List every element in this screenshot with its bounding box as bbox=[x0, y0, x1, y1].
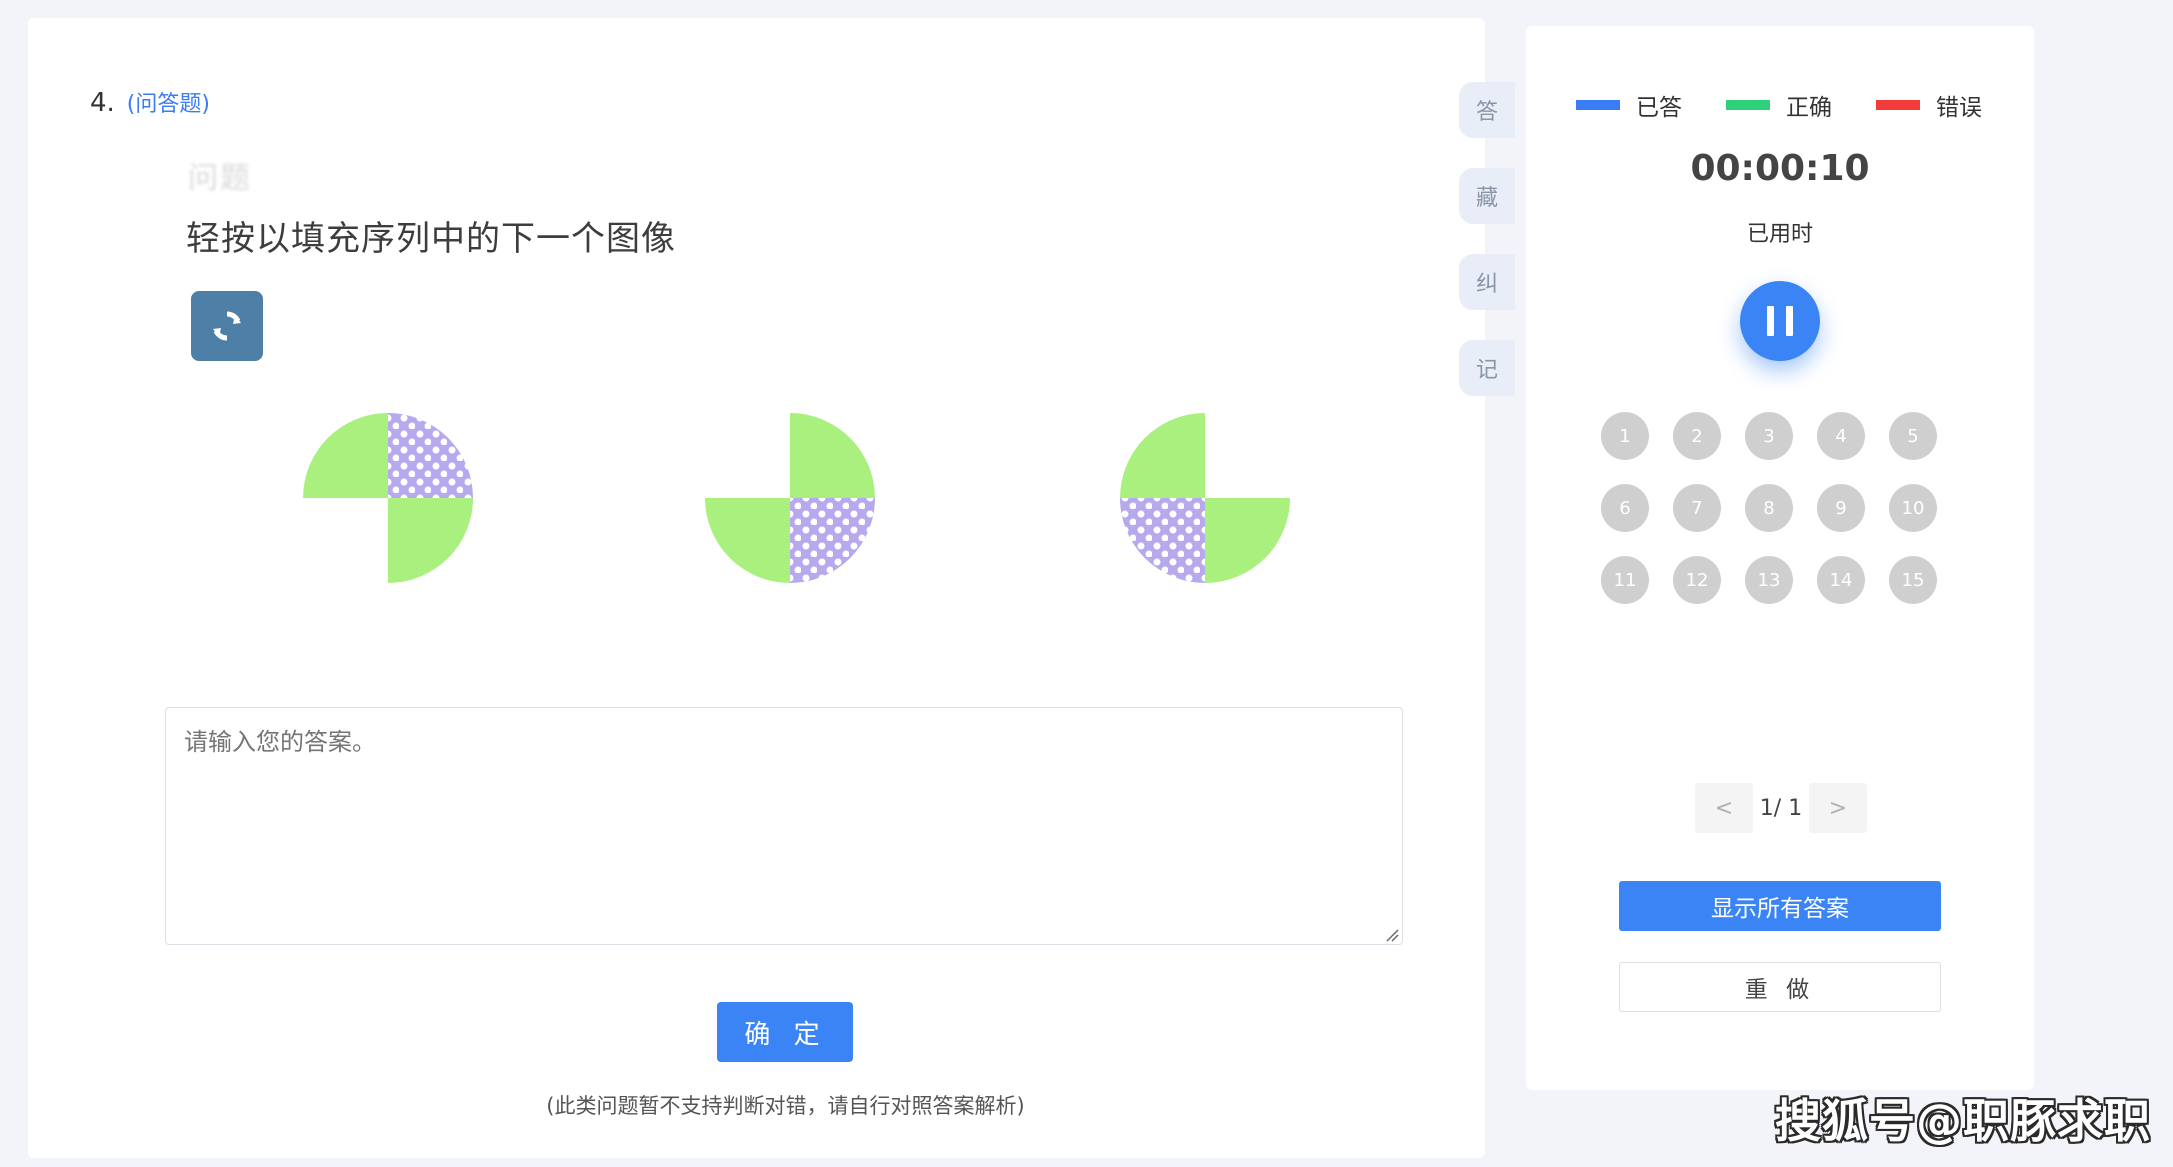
question-nav-8[interactable]: 8 bbox=[1745, 484, 1793, 532]
pattern-figure-3 bbox=[1120, 413, 1290, 583]
tab-report-error[interactable]: 纠 bbox=[1459, 254, 1515, 310]
question-nav-9[interactable]: 9 bbox=[1817, 484, 1865, 532]
tab-notes[interactable]: 记 bbox=[1459, 340, 1515, 396]
page-indicator: 1/ 1 bbox=[1759, 795, 1803, 821]
question-type: (问答题) bbox=[126, 92, 210, 117]
elapsed-timer: 00:00:10 bbox=[1690, 148, 1870, 189]
timer-label: 已用时 bbox=[1746, 222, 1813, 247]
question-nav-7[interactable]: 7 bbox=[1673, 484, 1721, 532]
question-nav-10[interactable]: 10 bbox=[1889, 484, 1937, 532]
question-number: 4. bbox=[90, 88, 115, 118]
redo-button[interactable]: 重 做 bbox=[1619, 962, 1941, 1012]
legend-correct: 正确 bbox=[1726, 88, 1832, 122]
answer-note: (此类问题暂不支持判断对错，请自行对照答案解析) bbox=[546, 1094, 1025, 1118]
pattern-figure-1 bbox=[303, 413, 473, 583]
pause-button[interactable] bbox=[1740, 281, 1820, 361]
question-nav-4[interactable]: 4 bbox=[1817, 412, 1865, 460]
legend-correct-swatch bbox=[1726, 100, 1770, 110]
question-nav-6[interactable]: 6 bbox=[1601, 484, 1649, 532]
pause-icon bbox=[1767, 306, 1774, 336]
prev-page-button[interactable]: < bbox=[1695, 783, 1753, 833]
question-nav-12[interactable]: 12 bbox=[1673, 556, 1721, 604]
show-all-answers-button[interactable]: 显示所有答案 bbox=[1619, 881, 1941, 931]
question-nav-5[interactable]: 5 bbox=[1889, 412, 1937, 460]
pattern-figure-2 bbox=[705, 413, 875, 583]
legend-answered: 已答 bbox=[1576, 88, 1682, 122]
legend: 已答 正确 错误 bbox=[1576, 88, 2026, 122]
blurred-header: 问题 bbox=[188, 161, 252, 196]
question-nav-2[interactable]: 2 bbox=[1673, 412, 1721, 460]
refresh-button bbox=[191, 291, 263, 361]
question-prompt: 轻按以填充序列中的下一个图像 bbox=[186, 219, 676, 259]
question-nav-3[interactable]: 3 bbox=[1745, 412, 1793, 460]
legend-wrong-label: 错误 bbox=[1936, 95, 1982, 121]
question-nav-1[interactable]: 1 bbox=[1601, 412, 1649, 460]
answer-input[interactable] bbox=[165, 707, 1403, 945]
next-page-button[interactable]: > bbox=[1809, 783, 1867, 833]
legend-wrong: 错误 bbox=[1876, 88, 1982, 122]
confirm-button[interactable]: 确 定 bbox=[717, 1002, 853, 1062]
question-nav-15[interactable]: 15 bbox=[1889, 556, 1937, 604]
refresh-icon bbox=[213, 311, 241, 341]
legend-correct-label: 正确 bbox=[1786, 95, 1832, 121]
question-number-grid: 1 2 3 4 5 6 7 8 9 10 11 12 13 14 15 bbox=[1601, 412, 1961, 604]
legend-answered-swatch bbox=[1576, 100, 1620, 110]
question-nav-13[interactable]: 13 bbox=[1745, 556, 1793, 604]
question-header: 4. (问答题) bbox=[90, 86, 210, 118]
tab-favorite[interactable]: 藏 bbox=[1459, 168, 1515, 224]
legend-wrong-swatch bbox=[1876, 100, 1920, 110]
question-nav-11[interactable]: 11 bbox=[1601, 556, 1649, 604]
legend-answered-label: 已答 bbox=[1636, 95, 1682, 121]
tab-answer[interactable]: 答 bbox=[1459, 82, 1515, 138]
question-image: 问题 轻按以填充序列中的下一个图像 bbox=[158, 143, 1438, 603]
question-nav-14[interactable]: 14 bbox=[1817, 556, 1865, 604]
resize-handle-icon[interactable] bbox=[1385, 928, 1399, 942]
pagination: < 1/ 1 > bbox=[1695, 783, 1867, 833]
watermark: 搜狐号@职豚求职 bbox=[1775, 1094, 2151, 1148]
question-card: 4. (问答题) 问题 轻按以填充序列中的下一个图像 请输入您的答案。 确 定 … bbox=[28, 18, 1515, 1158]
answer-sheet-panel: 已答 正确 错误 00:00:10 已用时 1 2 3 4 5 6 7 8 9 … bbox=[1526, 26, 2034, 1090]
